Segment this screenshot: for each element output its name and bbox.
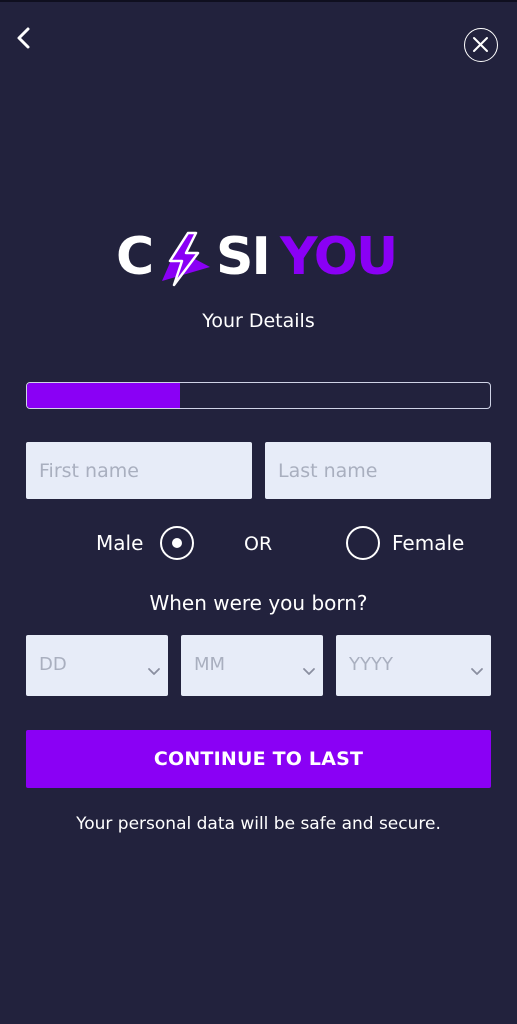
- radio-selected-dot: [172, 538, 182, 548]
- first-name-input[interactable]: [26, 442, 252, 499]
- last-name-input[interactable]: [265, 442, 491, 499]
- dob-question: When were you born?: [149, 591, 368, 615]
- lightning-bolt-icon: [162, 231, 210, 287]
- chevron-down-icon: [471, 668, 483, 675]
- close-button[interactable]: [464, 28, 498, 62]
- year-select[interactable]: YYYY: [336, 635, 491, 696]
- chevron-down-icon: [148, 668, 160, 675]
- continue-button[interactable]: CONTINUE TO LAST: [26, 730, 491, 788]
- month-select-placeholder: MM: [194, 654, 226, 675]
- logo-text-c: C: [116, 227, 154, 287]
- registration-screen: C SI YOU Your Details Male OR Female Whe…: [0, 0, 517, 1024]
- day-select[interactable]: DD: [26, 635, 168, 696]
- male-label: Male: [96, 531, 144, 555]
- progress-bar-fill: [27, 383, 180, 408]
- month-select[interactable]: MM: [181, 635, 323, 696]
- male-radio[interactable]: [160, 526, 194, 560]
- close-icon: [473, 37, 488, 52]
- back-button[interactable]: [12, 24, 36, 52]
- logo-text-you: YOU: [280, 227, 398, 287]
- female-label: Female: [392, 531, 465, 555]
- chevron-left-icon: [17, 27, 30, 49]
- chevron-down-icon: [303, 668, 315, 675]
- page-title: Your Details: [202, 310, 315, 332]
- year-select-placeholder: YYYY: [349, 654, 393, 675]
- female-radio[interactable]: [346, 526, 380, 560]
- progress-bar: [26, 382, 491, 409]
- secure-note: Your personal data will be safe and secu…: [76, 814, 441, 834]
- day-select-placeholder: DD: [39, 654, 67, 675]
- or-label: OR: [244, 533, 273, 555]
- casiyou-logo: C SI YOU: [116, 227, 402, 287]
- logo-text-si: SI: [216, 227, 271, 287]
